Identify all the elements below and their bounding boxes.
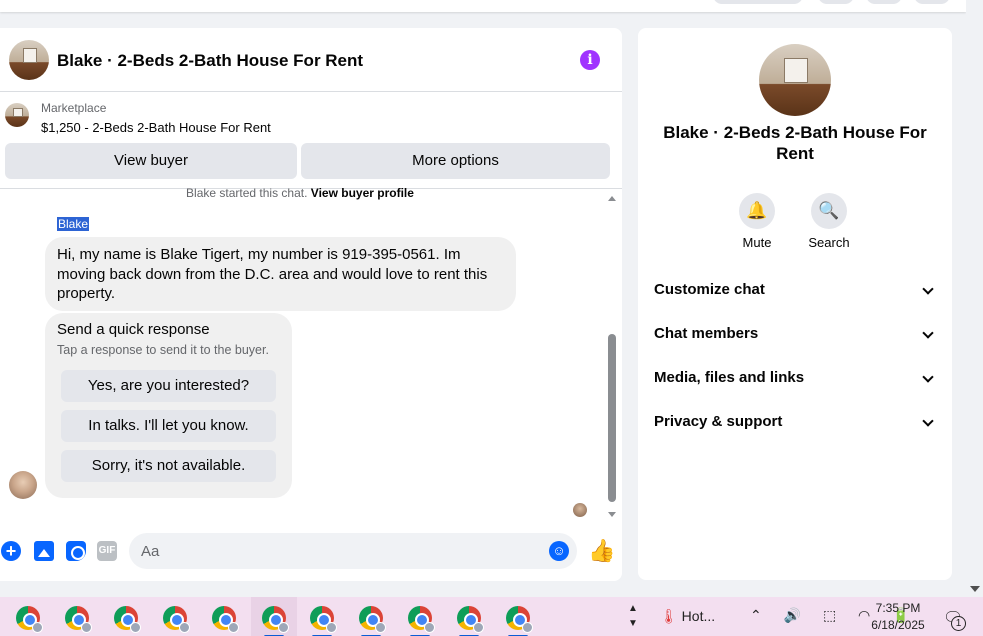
message-input-placeholder: Aa [141,543,160,560]
chrome-icon[interactable] [408,606,435,636]
chrome-icon[interactable] [163,606,190,633]
chrome-icon[interactable] [65,606,92,633]
chrome-icon[interactable] [457,606,484,636]
taskbar-down-arrow[interactable]: ▼ [627,616,639,631]
chrome-icon[interactable] [359,606,386,636]
scroll-down-arrow[interactable] [970,586,980,592]
search-icon[interactable]: 🔍 [811,193,847,229]
quick-reply-button[interactable]: Yes, are you interested? [61,370,276,402]
profile-badge-icon [130,622,141,633]
photo-icon[interactable] [34,541,54,561]
clock-time: 7:35 PM [875,601,921,615]
scroll-down-arrow[interactable] [608,512,616,517]
search-button[interactable]: 🔍 Search [799,193,859,250]
chevron-down-icon [922,371,934,383]
profile-badge-icon [228,622,239,633]
profile-badge-icon [326,622,337,633]
thumbs-up-icon[interactable]: 👍 [588,539,615,563]
quick-reply-button[interactable]: In talks. I'll let you know. [61,410,276,442]
profile-badge-icon [522,622,533,633]
message-composer: + GIF Aa ☺ 👍 [0,531,622,571]
emoji-icon[interactable]: ☺ [549,541,569,561]
chrome-icon[interactable] [310,606,337,636]
notifications-button[interactable] [866,0,902,4]
sticker-icon[interactable] [66,541,86,561]
message-input[interactable]: Aa ☺ [129,533,577,569]
profile-badge-icon [473,622,484,633]
listing-thumbnail[interactable] [5,103,29,127]
gif-icon[interactable]: GIF [97,541,117,561]
scrollbar-thumb[interactable] [608,334,616,502]
sender-name: Blake [57,217,90,231]
profile-badge-icon [32,622,43,633]
chevron-down-icon [922,415,934,427]
chrome-icon[interactable] [16,606,43,633]
marketplace-listing: Marketplace $1,250 - 2-Beds 2-Bath House… [0,93,622,189]
chrome-icon[interactable] [262,606,289,636]
more-options-button[interactable]: More options [301,143,610,179]
quick-response-title: Send a quick response [57,321,210,338]
chrome-icon[interactable] [212,606,239,633]
nav-pill[interactable] [713,0,803,4]
plus-icon[interactable]: + [1,541,21,561]
chevron-down-icon [922,283,934,295]
chat-started-notice: Blake started this chat. View buyer prof… [0,186,600,200]
chat-header: Blake · 2-Beds 2-Bath House For Rent i [0,28,622,92]
section-label: Customize chat [654,281,765,298]
weather-text: Hot... [681,608,716,624]
thread-scrollbar[interactable] [605,190,619,520]
buyer-avatar[interactable] [9,471,37,499]
thermometer-icon: 🌡 [660,608,678,624]
chrome-icon[interactable] [114,606,141,633]
chevron-down-icon [922,327,934,339]
mute-button[interactable]: 🔔 Mute [727,193,787,250]
profile-button[interactable] [914,0,950,4]
chrome-icon[interactable] [506,606,533,636]
clock-date: 6/18/2025 [871,618,925,632]
view-buyer-button[interactable]: View buyer [5,143,297,179]
quick-response-card: Send a quick response Tap a response to … [45,313,292,498]
message-bubble[interactable]: Hi, my name is Blake Tigert, my number i… [45,237,516,311]
message-thread: Blake started this chat. View buyer prof… [0,186,622,520]
view-buyer-profile-link[interactable]: View buyer profile [311,186,414,200]
chat-window: Blake · 2-Beds 2-Bath House For Rent i M… [0,28,622,581]
quick-reply-button[interactable]: Sorry, it's not available. [61,450,276,482]
search-label: Search [808,235,850,250]
section-customize-chat[interactable]: Customize chat [654,275,940,305]
section-chat-members[interactable]: Chat members [654,319,940,349]
menu-button[interactable] [818,0,854,4]
profile-badge-icon [375,622,386,633]
scroll-up-arrow[interactable] [608,196,616,201]
taskbar-scroll[interactable]: ▲ ▼ [627,601,639,631]
seen-indicator-avatar [573,503,587,517]
conversation-details-panel: Blake · 2-Beds 2-Bath House For Rent 🔔 M… [638,28,952,580]
profile-badge-icon [179,622,190,633]
profile-badge-icon [81,622,92,633]
top-navigation-bar [0,0,966,12]
section-privacy-support[interactable]: Privacy & support [654,407,940,437]
page-scrollbar[interactable] [966,0,983,596]
weather-widget[interactable]: 🌡 Hot... [660,608,715,625]
section-label: Chat members [654,325,759,342]
details-title: Blake · 2-Beds 2-Bath House For Rent [663,123,927,163]
quick-response-subtitle: Tap a response to send it to the buyer. [57,343,269,357]
chat-started-text: Blake started this chat. [186,186,311,200]
listing-title[interactable]: $1,250 - 2-Beds 2-Bath House For Rent [41,120,271,135]
listing-label: Marketplace [41,101,107,115]
windows-taskbar: ▲ ▼ 🌡 Hot... ⌃ 🔊 ⬚ ◠ 🔋 7:35 PM 6/18/2025… [0,597,983,636]
profile-badge-icon [278,622,289,633]
conversation-avatar[interactable] [9,40,49,80]
profile-badge-icon [424,622,435,633]
system-clock[interactable]: 7:35 PM 6/18/2025 [864,600,932,634]
bell-icon[interactable]: 🔔 [739,193,775,229]
taskbar-up-arrow[interactable]: ▲ [627,601,639,616]
details-avatar[interactable] [759,44,831,116]
mute-label: Mute [742,235,772,250]
conversation-title[interactable]: Blake · 2-Beds 2-Bath House For Rent [57,51,363,71]
section-media-files-links[interactable]: Media, files and links [654,363,940,393]
notification-count: 1 [951,616,966,631]
section-label: Privacy & support [654,413,783,430]
info-icon[interactable]: i [580,50,600,70]
section-label: Media, files and links [654,369,805,386]
